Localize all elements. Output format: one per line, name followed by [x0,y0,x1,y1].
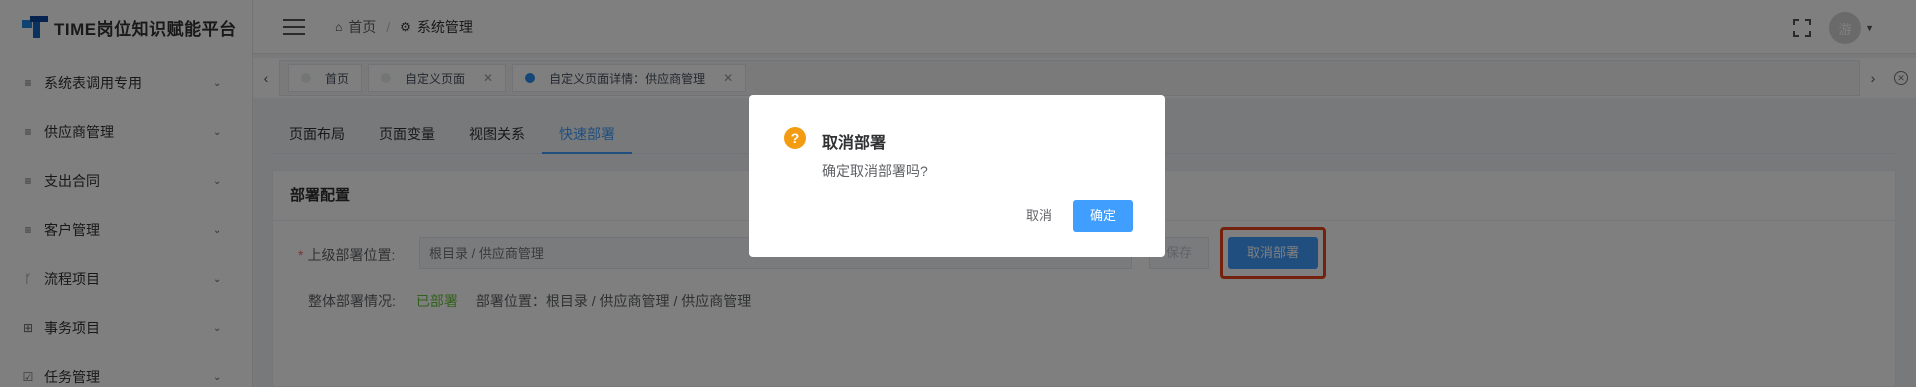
cancel-button[interactable]: 取消 [1011,200,1067,232]
confirm-dialog: ? 取消部署 确定取消部署吗? 取消 确定 [749,95,1165,257]
confirm-button[interactable]: 确定 [1073,200,1133,232]
dialog-title: 取消部署 [822,135,887,152]
question-icon: ? [784,127,806,149]
dialog-message: 确定取消部署吗? [822,163,928,179]
